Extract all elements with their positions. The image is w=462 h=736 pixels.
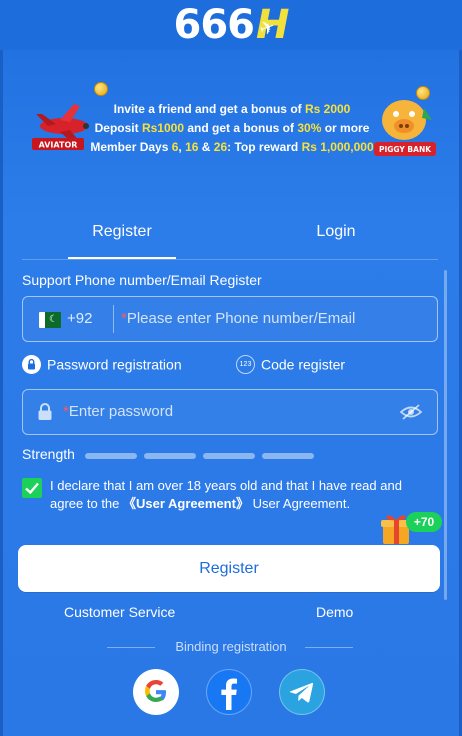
tabs-divider [22, 259, 438, 260]
user-agreement-link[interactable]: 《User Agreement》 [123, 496, 249, 511]
lock-circle-icon [22, 355, 41, 374]
header-bar: 666 H ✈ [0, 0, 462, 50]
scrollbar[interactable] [444, 270, 447, 600]
reward-badge: +70 [406, 512, 442, 532]
strength-bar-1 [85, 453, 137, 459]
piggy-bank-label: PIGGY BANK [379, 145, 432, 154]
brand-logo[interactable]: 666 H ✈ [173, 2, 290, 48]
telegram-icon [289, 682, 314, 703]
binding-registration-label: Binding registration [175, 639, 287, 654]
logo-digits: 666 [173, 2, 255, 48]
google-icon [145, 680, 166, 702]
facebook-icon [221, 678, 237, 710]
facebook-login-button[interactable] [206, 669, 252, 715]
password-registration-option[interactable]: Password registration [22, 355, 182, 375]
telegram-login-button[interactable] [279, 669, 325, 715]
strength-bar-3 [203, 453, 255, 459]
password-field[interactable]: *Enter password [22, 389, 438, 435]
numeric-code-icon: 123 [236, 355, 255, 374]
customer-service-link[interactable]: Customer Service [64, 604, 175, 620]
password-input[interactable]: *Enter password [63, 403, 173, 420]
code-register-option[interactable]: 123 Code register [236, 355, 345, 375]
tab-login[interactable]: Login [278, 215, 394, 259]
coin-icon [94, 82, 108, 96]
promo-banner[interactable]: AVIATOR Invite a friend and get a bonus … [22, 80, 442, 160]
eye-off-icon[interactable] [399, 403, 423, 421]
register-method-label: Support Phone number/Email Register [22, 272, 262, 288]
agreement-text: I declare that I am over 18 years old an… [50, 478, 402, 511]
checkmark-icon [25, 482, 39, 495]
strength-bar-2 [144, 453, 196, 459]
register-button[interactable]: Register [18, 545, 440, 592]
piggy-bank-game-icon: PIGGY BANK [374, 100, 436, 156]
tab-register[interactable]: Register [68, 215, 176, 259]
google-login-button[interactable] [133, 669, 179, 715]
country-code[interactable]: +92 [67, 310, 92, 327]
strength-label: Strength [22, 446, 75, 462]
pakistan-flag-icon[interactable]: ☾ [39, 312, 61, 328]
phone-email-input[interactable]: *Please enter Phone number/Email [121, 310, 355, 327]
demo-link[interactable]: Demo [316, 604, 353, 620]
field-separator [113, 305, 114, 333]
strength-bar-4 [262, 453, 314, 459]
logo-letter: H ✈ [256, 2, 289, 48]
lock-icon [38, 403, 52, 420]
auth-tabs: Register Login [22, 215, 438, 259]
binding-divider-right [305, 647, 353, 648]
agreement-checkbox[interactable] [22, 478, 42, 498]
phone-email-field[interactable]: ☾ +92 *Please enter Phone number/Email [22, 296, 438, 342]
